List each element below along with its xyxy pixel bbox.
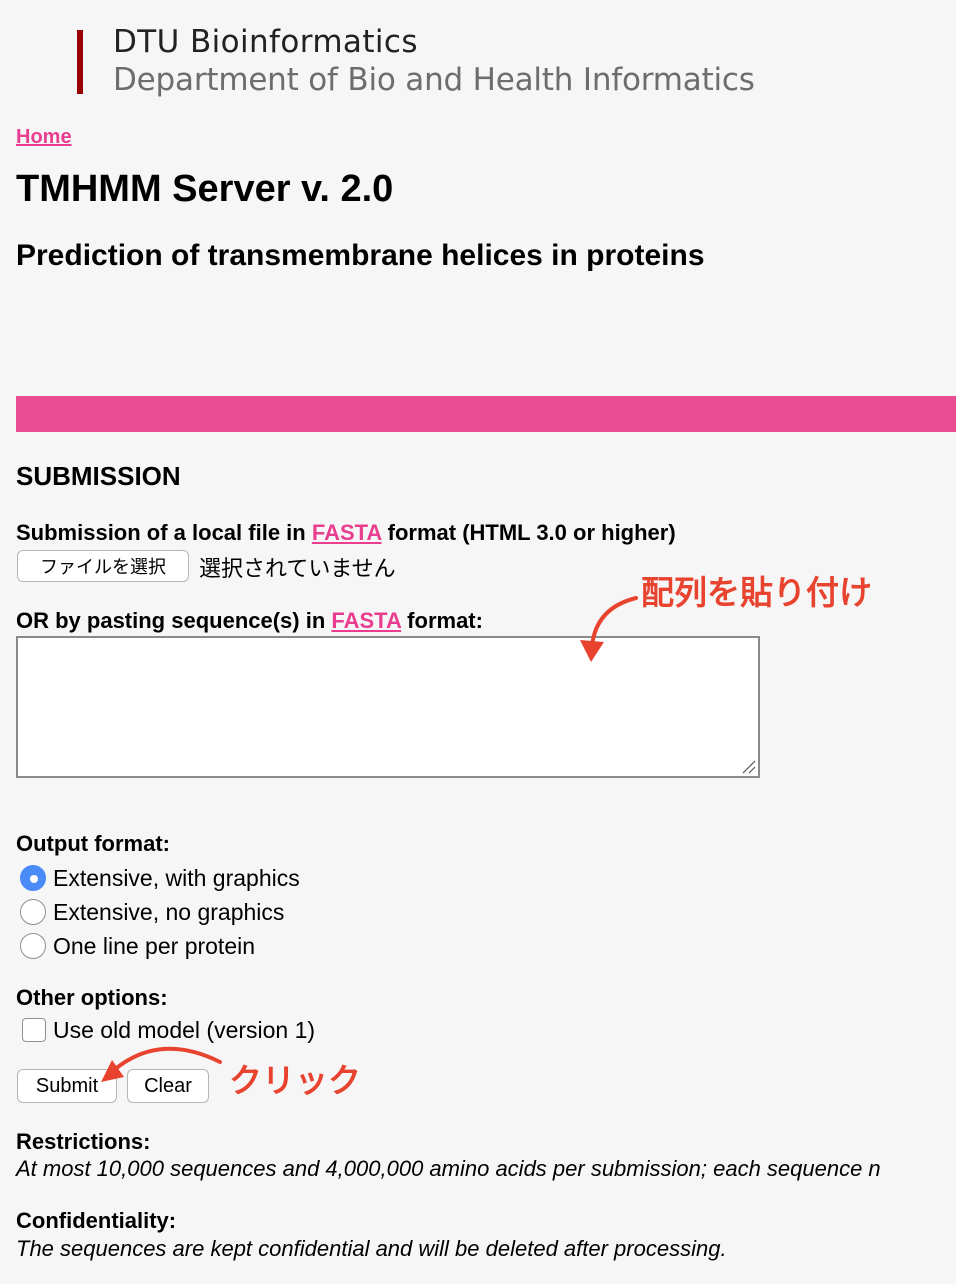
submission-heading: SUBMISSION [16,461,181,491]
file-upload-label: Submission of a local file in FASTA form… [16,520,676,546]
logo-subtitle: Department of Bio and Health Informatics [113,62,755,98]
sequence-textarea[interactable] [16,636,760,778]
choose-file-button[interactable]: ファイルを選択 [17,550,189,582]
output-option-one-line[interactable]: One line per protein [20,931,255,961]
file-label-prefix: Submission of a local file in [16,520,312,545]
submit-button[interactable]: Submit [17,1069,117,1103]
option-label: Extensive, with graphics [53,864,300,891]
section-divider-bar [16,396,956,432]
page-title: TMHMM Server v. 2.0 [16,168,394,210]
radio-button-checked[interactable] [20,865,46,891]
confidentiality-label: Confidentiality: [16,1208,177,1233]
clear-button[interactable]: Clear [127,1069,209,1103]
fasta-link[interactable]: FASTA [312,520,382,545]
paste-label-prefix: OR by pasting sequence(s) in [16,608,332,633]
restrictions-text-clip: At most 10,000 sequences and 4,000,000 a… [0,1150,956,1190]
fasta-link[interactable]: FASTA [331,608,401,633]
paste-label-suffix: format: [401,608,483,633]
old-model-label: Use old model (version 1) [53,1016,316,1043]
resize-grip-icon[interactable] [740,758,756,774]
old-model-option[interactable]: Use old model (version 1) [22,1015,315,1045]
confidentiality-text: The sequences are kept confidential and … [16,1236,727,1261]
file-status-text: 選択されていません [199,557,396,582]
radio-button[interactable] [20,933,46,959]
file-label-suffix: format (HTML 3.0 or higher) [381,520,676,545]
old-model-checkbox[interactable] [22,1018,46,1042]
other-options-label: Other options: [16,985,168,1010]
option-label: One line per protein [53,932,256,959]
breadcrumb-home-link[interactable]: Home [16,126,72,149]
page-subtitle: Prediction of transmembrane helices in p… [16,239,705,272]
dtu-logo-bar [77,30,83,94]
radio-button[interactable] [20,899,46,925]
output-option-extensive-no-graphics[interactable]: Extensive, no graphics [20,897,284,927]
output-option-extensive-graphics[interactable]: Extensive, with graphics [20,863,300,893]
paste-annotation-text: 配列を貼り付け [641,573,872,612]
logo-title: DTU Bioinformatics [113,24,418,60]
option-label: Extensive, no graphics [53,898,285,925]
paste-sequence-label: OR by pasting sequence(s) in FASTA forma… [16,608,483,634]
restrictions-text: At most 10,000 sequences and 4,000,000 a… [16,1156,881,1181]
output-format-label: Output format: [16,831,170,856]
click-annotation-text: クリック [229,1061,361,1100]
